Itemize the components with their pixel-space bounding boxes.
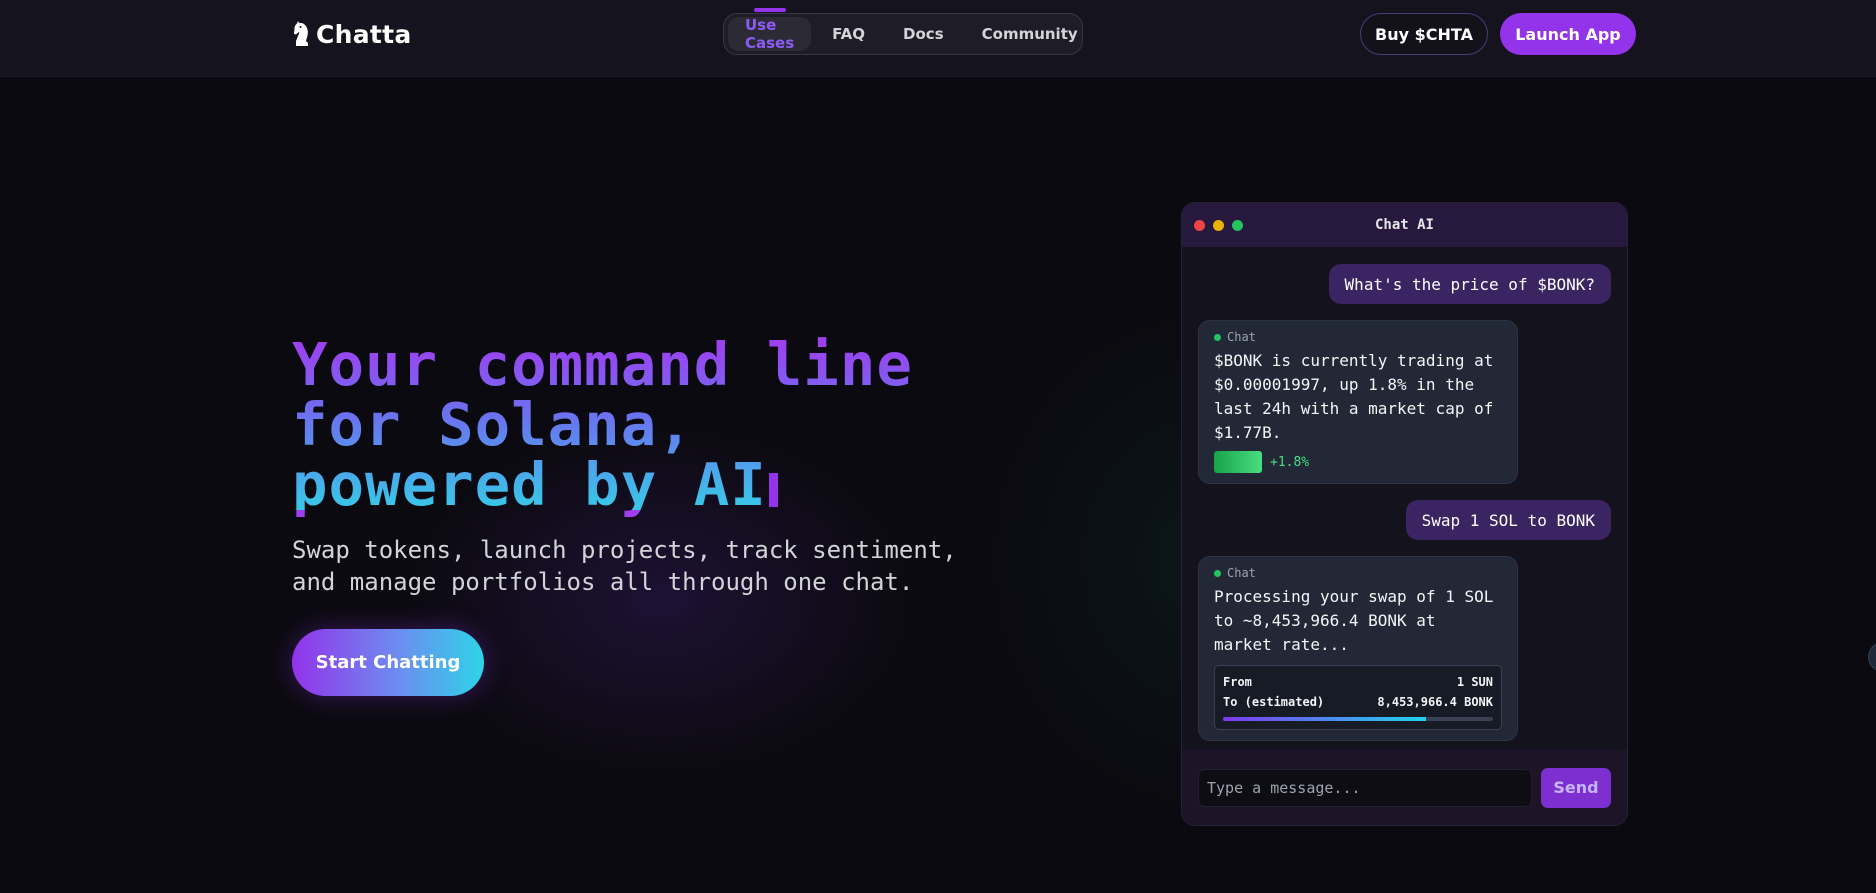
window-close-dot [1194,219,1205,231]
user-message: Swap 1 SOL to BONK [1405,500,1611,540]
typing-caret [768,473,778,507]
user-message: What's the price of $BONK? [1328,264,1611,304]
online-status-dot [1214,569,1221,577]
swap-from-value: 1 SUN [1456,675,1493,689]
bot-message: Chat Processing your swap of 1 SOL to ~8… [1198,556,1518,741]
hero-title: Your command line for Solana, powered by… [292,335,992,515]
logo-text: Chatta [316,19,412,49]
logo[interactable]: Chatta [292,18,412,50]
bot-label: Chat [1214,330,1502,344]
hero-subtitle: Swap tokens, launch projects, track sent… [292,536,957,596]
swap-details: From 1 SUN To (estimated) 8,453,966.4 BO… [1214,665,1502,730]
site-header: Chatta Use Cases FAQ Docs Community Buy … [0,0,1876,77]
chat-window-title: Chat AI [1374,217,1434,233]
launch-app-button[interactable]: Launch App [1500,13,1636,55]
send-button[interactable]: Send [1541,767,1611,808]
nav-item-label: Docs [903,25,944,43]
start-chatting-button[interactable]: Start Chatting [292,629,484,696]
hero-title-line-2: for Solana, [292,395,992,455]
main-nav: Use Cases FAQ Docs Community [723,8,1083,55]
bot-label-text: Chat [1227,330,1256,344]
nav-item-community[interactable]: Community [965,17,1095,51]
buy-token-button[interactable]: Buy $CHTA [1360,13,1488,55]
nav-item-use-cases[interactable]: Use Cases [728,8,812,52]
swap-progress-track [1223,717,1493,721]
chat-titlebar: Chat AI [1182,203,1627,247]
nav-item-faq[interactable]: FAQ [815,17,882,51]
price-change-row: +1.8% [1214,451,1502,473]
bot-message-text: Processing your swap of 1 SOL to ~8,453,… [1214,587,1494,654]
swap-progress-fill [1223,717,1426,721]
message-input[interactable] [1198,768,1532,807]
hero-title-line-3: powered by AI [292,450,767,519]
nav-item-label: FAQ [832,25,866,43]
swap-from-row: From 1 SUN [1223,672,1493,692]
chat-input-bar: Send [1182,750,1627,825]
chat-window: Chat AI What's the price of $BONK? Chat … [1181,202,1628,826]
bot-message-text: $BONK is currently trading at $0.0000199… [1214,351,1494,442]
hero-title-line-1: Your command line [292,335,992,395]
online-status-dot [1214,333,1221,341]
price-change-value: +1.8% [1270,454,1310,470]
window-minimize-dot [1213,219,1224,231]
nav-active-indicator [753,8,786,12]
scroll-handle[interactable] [1868,642,1876,672]
swap-to-label: To (estimated) [1223,695,1325,709]
nav-item-docs[interactable]: Docs [886,17,961,51]
swap-from-label: From [1223,675,1252,689]
price-up-bar [1214,451,1262,473]
swap-to-row: To (estimated) 8,453,966.4 BONK [1223,692,1493,712]
nav-item-label: Community [981,25,1078,43]
nav-item-label: Use Cases [745,16,795,52]
swap-to-value: 8,453,966.4 BONK [1377,695,1493,709]
bot-message: Chat $BONK is currently trading at $0.00… [1198,320,1518,484]
window-maximize-dot [1232,219,1243,231]
hero-title-line-3-wrap: powered by AI [292,455,992,515]
bot-label-text: Chat [1227,566,1256,580]
bot-label: Chat [1214,566,1502,580]
chess-knight-icon [294,21,308,46]
